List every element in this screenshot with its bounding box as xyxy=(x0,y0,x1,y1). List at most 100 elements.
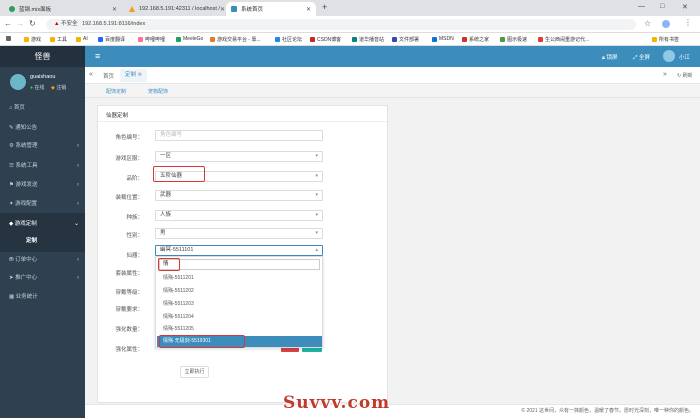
bookmark-item[interactable]: 哔哩哔哩 xyxy=(138,36,165,43)
bookmarks-bar: 游戏 工具 AI 百度翻译 哔哩哔哩 MeeleGo 游戏交易平台 - 靠...… xyxy=(0,33,700,46)
browser-tab-title: 系统首页 xyxy=(241,7,264,13)
tab-home[interactable]: 首页 xyxy=(103,72,114,80)
footer: © 2021 这世间，众有一抹颜色，温暖了春节。愿时光深刻，唯一种你的颜色。 xyxy=(85,404,700,418)
browser-tab-title: 192.168.5.191:42311 / localhost / xyxy=(139,6,220,12)
all-bookmarks[interactable]: 所有书签 xyxy=(652,36,679,43)
logout-link[interactable]: ◆ 注销 xyxy=(51,84,66,91)
sidebar-item-home[interactable]: ⌂ 首页 xyxy=(0,97,85,119)
wear-req-label: 穿戴要求： xyxy=(115,307,143,313)
server-label: 游戏区服： xyxy=(115,156,143,162)
top-navbar: ≡ 🔒︎ 锁屏 ⤢ 全屏 小江 xyxy=(85,46,700,67)
sidebar-item-system[interactable]: ⚙ 系统管理 ‹ xyxy=(0,135,85,157)
maximize-icon[interactable]: □ xyxy=(660,3,664,10)
apps-icon[interactable] xyxy=(6,36,13,41)
address-bar-row: ← → ↻ ▲ 不安全 192.168.5.191:8116/index ☆ ⋮ xyxy=(0,16,700,33)
reload-icon[interactable]: ↻ xyxy=(29,19,36,28)
bookmark-item[interactable]: MeeleGo xyxy=(176,36,203,42)
browser-tab-3[interactable]: 系统首页 ✕ xyxy=(226,2,316,16)
highlight-box xyxy=(153,166,205,182)
dropdown-option[interactable]: 情殇-5511203 xyxy=(157,299,322,310)
rank-label: 品阶： xyxy=(126,176,143,182)
minimize-icon[interactable]: — xyxy=(638,3,645,10)
tab-favicon-icon xyxy=(231,6,237,12)
back-icon[interactable]: ← xyxy=(4,19,12,28)
bookmark-item[interactable]: 道华播音站 xyxy=(352,36,384,43)
bookmark-item[interactable]: CSDN博客 xyxy=(310,36,341,43)
promote-icon: ➤ xyxy=(9,275,14,281)
gender-select[interactable]: 男 ▾ xyxy=(155,228,323,239)
notice-icon: ✎ xyxy=(9,125,14,131)
sub-tabs: 配饰定制 宠物配饰 xyxy=(85,84,700,98)
browser-tab-bar: 蓝钢.mix面板 ✕ 192.168.5.191:42311 / localho… xyxy=(0,0,700,16)
bookmark-item[interactable]: 系统之家 xyxy=(462,36,489,43)
tabs-right-icon[interactable]: » xyxy=(663,71,667,78)
url-field[interactable]: ▲ 不安全 192.168.5.191:8116/index xyxy=(46,19,636,30)
forward-icon[interactable]: → xyxy=(16,19,24,28)
profile-avatar[interactable] xyxy=(662,20,670,28)
dropdown-option[interactable]: 情殇-5511205 xyxy=(157,324,322,335)
fullscreen-icon: ⤢ xyxy=(633,55,638,61)
bookmark-item[interactable]: 百度翻译 xyxy=(98,36,125,43)
submit-button[interactable]: 立即执行 xyxy=(180,366,209,378)
bookmark-item[interactable]: 工具 xyxy=(50,36,67,43)
dropdown-option[interactable]: 情殇-5511204 xyxy=(157,312,322,323)
close-icon[interactable]: ✕ xyxy=(220,6,224,13)
tab-custom[interactable]: 定制 ⊗ xyxy=(120,69,148,82)
subtab-pet[interactable]: 宠物配饰 xyxy=(148,88,168,95)
more-icon[interactable]: ⋮ xyxy=(684,18,692,27)
race-select[interactable]: 人族 ▾ xyxy=(155,210,323,221)
fullscreen-button[interactable]: ⤢ 全屏 xyxy=(633,53,650,62)
tab-favicon-icon xyxy=(129,6,135,12)
artifact-select[interactable]: 幽冥-5511101 ▴ xyxy=(155,245,323,256)
avatar xyxy=(10,74,26,90)
bookmark-item[interactable]: 生公西闹重游记代... xyxy=(538,36,589,43)
chevron-up-icon: ▴ xyxy=(315,247,318,253)
chevron-down-icon: ▾ xyxy=(315,153,318,159)
bookmark-item[interactable]: 游戏交易平台 - 靠... xyxy=(210,36,261,43)
bookmark-item[interactable]: MSDN xyxy=(432,36,454,42)
bookmark-item[interactable]: 文件部署 xyxy=(392,36,419,43)
chevron-down-icon: ▾ xyxy=(315,192,318,198)
slot-label: 装载位置： xyxy=(115,195,143,201)
username: guaishaou xyxy=(30,74,56,80)
user-avatar[interactable] xyxy=(663,50,675,62)
subtab-accessory[interactable]: 配饰定制 xyxy=(106,88,126,95)
wear-level-label: 穿戴等级： xyxy=(115,290,143,296)
star-icon[interactable]: ☆ xyxy=(644,19,651,28)
divider xyxy=(98,121,387,122)
dropdown-search-input[interactable]: 情 xyxy=(159,259,320,270)
slot-select[interactable]: 武器 ▾ xyxy=(155,190,323,201)
new-tab-button[interactable]: + xyxy=(322,2,327,12)
user-name[interactable]: 小江 xyxy=(679,53,690,61)
page-tabs: « 首页 定制 ⊗ » ↻ 刷新 xyxy=(85,67,700,84)
status-online: ● 在线 xyxy=(30,85,45,91)
insecure-label: 不安全 xyxy=(60,21,78,27)
window-close-icon[interactable]: ✕ xyxy=(682,3,688,11)
chevron-down-icon: ▾ xyxy=(315,212,318,218)
close-icon[interactable]: ✕ xyxy=(306,6,311,13)
highlight-box xyxy=(158,258,180,271)
artifact-dropdown: 情 情殇-5511201 情殇-5511202 情殇-5511203 情殇-55… xyxy=(155,256,323,348)
server-select[interactable]: 一区 ▾ xyxy=(155,151,323,162)
lock-button[interactable]: 🔒︎ 锁屏 xyxy=(602,53,617,62)
dropdown-option[interactable]: 情殇-5511201 xyxy=(157,273,322,284)
menu-toggle-icon[interactable]: ≡ xyxy=(95,51,100,61)
close-icon[interactable]: ✕ xyxy=(112,6,117,13)
dropdown-option[interactable]: 情殇-5511202 xyxy=(157,286,322,297)
browser-tab-2[interactable]: 192.168.5.191:42311 / localhost / ✕ xyxy=(124,2,224,16)
sidebar-item-stats[interactable]: ▦ 业务统计 xyxy=(0,286,85,308)
bookmark-item[interactable]: 游戏 xyxy=(24,36,41,43)
url-text: 192.168.5.191:8116/index xyxy=(82,21,146,27)
tabs-left-icon[interactable]: « xyxy=(89,71,93,78)
bookmark-item[interactable]: AI xyxy=(76,36,88,42)
tab-favicon-icon xyxy=(9,6,15,12)
lock-icon: 🔒︎ xyxy=(602,55,605,61)
sidebar-item-game-config[interactable]: ✦ 游戏配置 ‹ xyxy=(0,193,85,215)
warning-icon: ▲ xyxy=(54,21,60,27)
bookmark-item[interactable]: 社区论坛 xyxy=(275,36,302,43)
role-id-label: 角色编号： xyxy=(115,135,143,141)
bookmark-item[interactable]: 图示极速 xyxy=(500,36,527,43)
role-id-input[interactable]: 角色编号 xyxy=(155,130,323,141)
browser-tab-1[interactable]: 蓝钢.mix面板 ✕ xyxy=(4,2,122,16)
refresh-button[interactable]: ↻ 刷新 xyxy=(677,72,693,79)
